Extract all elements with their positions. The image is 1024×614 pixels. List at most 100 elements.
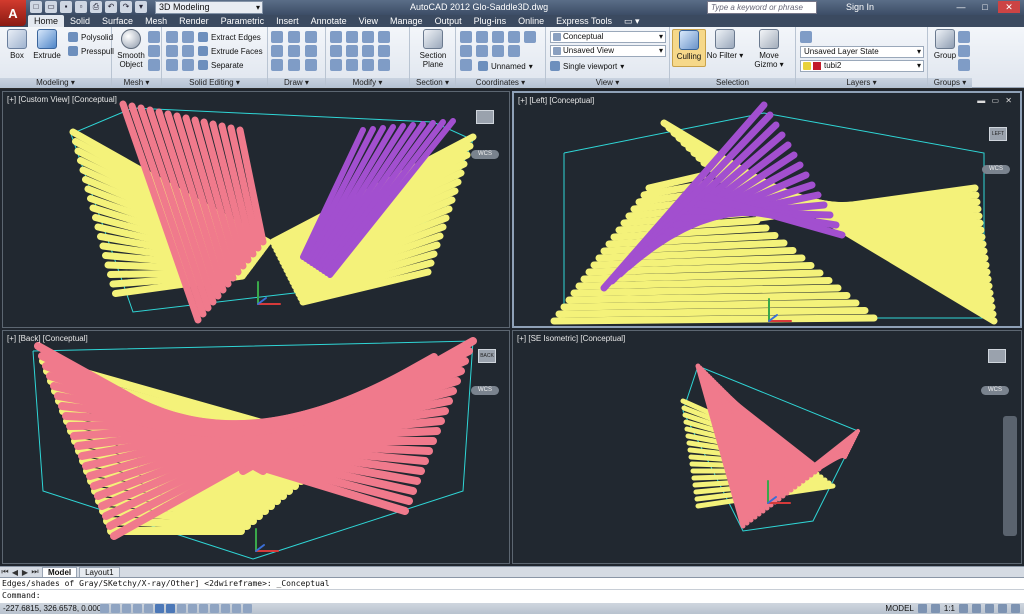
search-input[interactable]: Type a keyword or phrase [707, 1, 817, 14]
tab-plug-ins[interactable]: Plug-ins [468, 15, 513, 27]
culling-button[interactable]: Culling [672, 29, 706, 67]
tab-solid[interactable]: Solid [64, 15, 96, 27]
viewcube[interactable]: BACK [473, 349, 501, 369]
ungroup-icon[interactable] [958, 31, 970, 43]
tab-view[interactable]: View [353, 15, 384, 27]
wcs-menu[interactable]: WCS [471, 386, 499, 395]
viewport-se-isometric[interactable]: [+] [SE Isometric] [Conceptual] WCS [512, 330, 1022, 564]
wcs-menu[interactable]: WCS [982, 165, 1010, 174]
group-edit-icon[interactable] [958, 45, 970, 57]
thicken-icon[interactable] [182, 59, 194, 71]
wcs-menu[interactable]: WCS [471, 150, 499, 159]
mesh-crease-icon[interactable] [148, 59, 160, 71]
wcs-menu[interactable]: WCS [981, 386, 1009, 395]
panel-title-modeling[interactable]: Modeling ▾ [0, 78, 111, 88]
chamfer-icon[interactable] [378, 45, 390, 57]
tab-mesh[interactable]: Mesh [139, 15, 173, 27]
quick-view-layouts-icon[interactable] [917, 604, 927, 613]
new-icon[interactable]: □ [30, 1, 42, 13]
undo-icon[interactable]: ↶ [105, 1, 117, 13]
no-filter-button[interactable]: No Filter ▾ [706, 29, 744, 60]
named-view-select[interactable]: Unsaved View [550, 45, 666, 57]
polysolid-button[interactable]: Polysolid [68, 31, 113, 43]
viewcube[interactable] [983, 349, 1011, 369]
annotation-scale[interactable]: 1:1 [944, 603, 955, 614]
tab-render[interactable]: Render [173, 15, 215, 27]
panel-title-groups[interactable]: Groups ▾ [928, 78, 972, 88]
ucs-face-icon[interactable] [508, 45, 520, 57]
ucs-origin-icon[interactable] [460, 45, 472, 57]
mesh-refine-icon[interactable] [148, 45, 160, 57]
workspace-switching-icon[interactable] [972, 604, 981, 613]
slice-icon[interactable] [182, 45, 194, 57]
sign-in-link[interactable]: Sign In [846, 2, 874, 12]
point-icon[interactable] [305, 59, 317, 71]
fillet-icon[interactable] [362, 45, 374, 57]
mirror-icon[interactable] [378, 31, 390, 43]
viewport-label[interactable]: [+] [SE Isometric] [Conceptual] [517, 334, 625, 343]
named-ucs-select[interactable]: Unnamed ▾ [478, 60, 533, 72]
group-select-icon[interactable] [958, 59, 970, 71]
grid-icon[interactable] [122, 604, 131, 613]
current-layer-select[interactable]: tubi2 [800, 60, 924, 72]
next-layout-icon[interactable]: ▶ [20, 568, 30, 577]
otrack-icon[interactable] [177, 604, 186, 613]
annotation-visibility-icon[interactable] [959, 604, 968, 613]
tab-manage[interactable]: Manage [384, 15, 429, 27]
arc-icon[interactable] [305, 31, 317, 43]
section-plane-button[interactable]: Section Plane [416, 29, 450, 69]
qat-more-icon[interactable]: ▾ [135, 1, 147, 13]
panel-title-draw[interactable]: Draw ▾ [268, 78, 325, 88]
ribbon-minimize-icon[interactable]: ▭ ▾ [618, 15, 646, 27]
viewcube[interactable] [471, 110, 499, 130]
spline-icon[interactable] [271, 45, 283, 57]
panel-title-layers[interactable]: Layers ▾ [796, 78, 927, 88]
union-icon[interactable] [166, 31, 178, 43]
panel-title-modify[interactable]: Modify ▾ [326, 78, 409, 88]
viewport-back[interactable]: [+] [Back] [Conceptual] BACK WCS [2, 330, 510, 564]
close-icon[interactable]: ✕ [998, 1, 1020, 13]
tab-layout1[interactable]: Layout1 [79, 567, 120, 577]
first-layout-icon[interactable]: ⏮ [0, 567, 10, 577]
panel-title-view[interactable]: View ▾ [546, 78, 669, 88]
viewport-left[interactable]: [+] [Left] [Conceptual] ▬ ▭ ✕ LEFT WCS [512, 91, 1022, 328]
viewport-label[interactable]: [+] [Left] [Conceptual] [518, 96, 594, 105]
ucs-y-icon[interactable] [508, 31, 520, 43]
lock-icon[interactable] [985, 604, 994, 613]
presspull-button[interactable]: Presspull [68, 45, 114, 57]
tab-output[interactable]: Output [429, 15, 468, 27]
minimize-icon[interactable]: — [950, 1, 972, 13]
selection-cycling-icon[interactable] [243, 604, 252, 613]
tab-model[interactable]: Model [42, 567, 78, 577]
ucs-x-icon[interactable] [492, 31, 504, 43]
extrude-faces-button[interactable]: Extrude Faces [198, 45, 263, 57]
command-prompt[interactable]: Command: [2, 589, 1024, 600]
tab-surface[interactable]: Surface [96, 15, 139, 27]
erase-icon[interactable] [378, 59, 390, 71]
3d-osnap-icon[interactable] [166, 604, 175, 613]
save-as-icon[interactable]: ▫ [75, 1, 87, 13]
visual-style-select[interactable]: Conceptual [550, 31, 666, 43]
separate-button[interactable]: Separate [198, 59, 243, 71]
viewport-controls[interactable]: ▬ ▭ ✕ [977, 96, 1014, 105]
ducs-icon[interactable] [188, 604, 197, 613]
polyline-icon[interactable] [271, 31, 283, 43]
rotate-3d-icon[interactable] [346, 31, 358, 43]
workspace-select[interactable]: 3D Modeling [155, 1, 263, 14]
panel-title-section[interactable]: Section ▾ [410, 78, 455, 88]
intersect-icon[interactable] [166, 45, 178, 57]
smooth-object-button[interactable]: Smooth Object [114, 29, 148, 69]
mesh-smooth-more-icon[interactable] [148, 31, 160, 43]
viewport-label[interactable]: [+] [Back] [Conceptual] [7, 334, 88, 343]
layer-properties-icon[interactable] [800, 31, 812, 43]
ucs-object-icon[interactable] [492, 45, 504, 57]
move-icon[interactable] [330, 31, 342, 43]
viewcube[interactable]: LEFT [984, 127, 1012, 147]
move-gizmo-button[interactable]: Move Gizmo ▾ [748, 29, 790, 69]
maximize-icon[interactable]: □ [974, 1, 996, 13]
copy-icon[interactable] [346, 59, 358, 71]
interfere-icon[interactable] [166, 59, 178, 71]
command-line[interactable]: Edges/shades of Gray/SKetchy/X-ray/Other… [0, 577, 1024, 603]
tab-insert[interactable]: Insert [270, 15, 305, 27]
tab-home[interactable]: Home [28, 15, 65, 27]
